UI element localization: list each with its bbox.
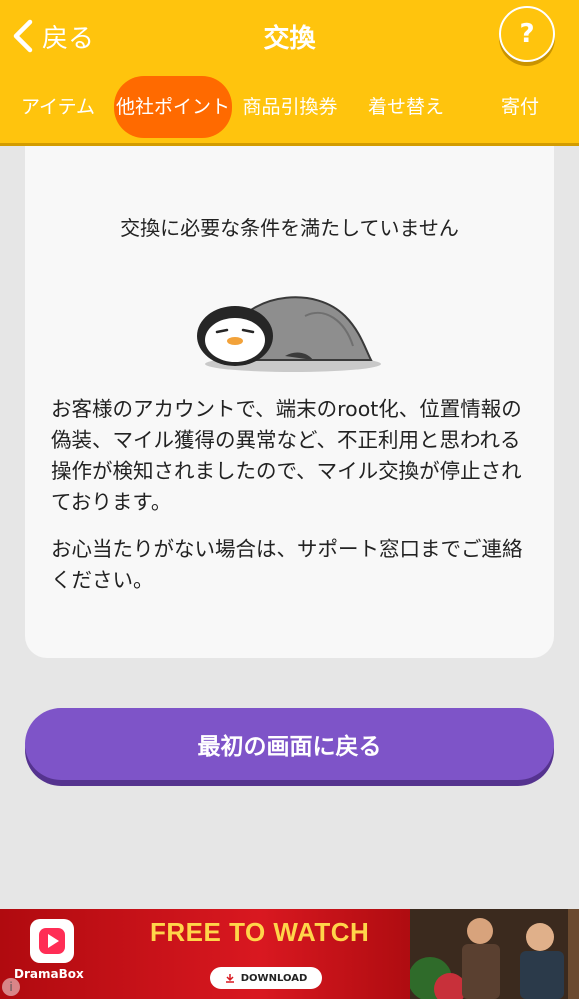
header-bar: 戻る 交換 ? アイテム 他社ポイント 商品引換券 着せ替え 寄付 <box>0 0 579 146</box>
support-paragraph: お心当たりがない場合は、サポート窓口までご連絡ください。 <box>51 537 523 592</box>
ad-banner[interactable]: DramaBox FREE TO WATCH DOWNLOAD <box>0 909 579 999</box>
message-card: 交換に必要な条件を満たしていません お客様のアカウントで、端末のroot化、位置… <box>25 146 554 658</box>
help-button[interactable]: ? <box>499 6 555 62</box>
play-icon <box>39 928 65 954</box>
card-title: 交換に必要な条件を満たしていません <box>120 216 459 240</box>
tab-dress-up[interactable]: 着せ替え <box>352 76 460 138</box>
tab-items[interactable]: アイテム <box>8 76 108 138</box>
ad-download-button[interactable]: DOWNLOAD <box>210 967 322 989</box>
download-icon <box>225 974 234 983</box>
tab-vouchers[interactable]: 商品引換券 <box>236 76 344 138</box>
return-to-start-button[interactable]: 最初の画面に戻る <box>25 708 554 780</box>
warning-paragraph: お客様のアカウントで、端末のroot化、位置情報の偽装、マイル獲得の異常など、不… <box>51 397 522 514</box>
ad-people-image <box>410 909 579 999</box>
ad-brand: DramaBox <box>14 967 84 981</box>
ad-download-label: DOWNLOAD <box>240 972 308 984</box>
tab-other-points[interactable]: 他社ポイント <box>114 76 232 138</box>
tab-bar: アイテム 他社ポイント 商品引換券 着せ替え 寄付 <box>0 76 579 138</box>
info-icon[interactable]: i <box>2 978 20 996</box>
ad-headline: FREE TO WATCH <box>150 917 370 947</box>
lying-penguin-illustration <box>197 296 381 372</box>
dramabox-logo <box>30 919 74 963</box>
tab-donation[interactable]: 寄付 <box>470 76 570 138</box>
page-title: 交換 <box>263 24 316 54</box>
